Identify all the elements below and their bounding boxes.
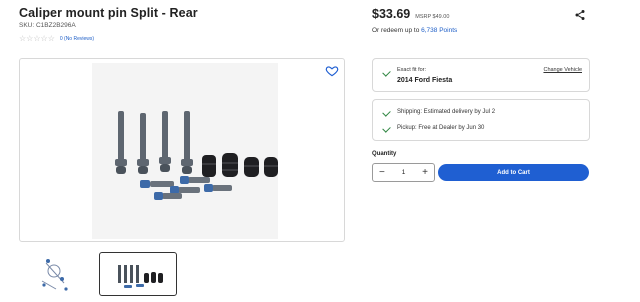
pins-thumbnail [118,265,163,288]
thumbnail-1[interactable] [33,252,83,296]
check-icon [382,108,391,117]
star-outline-icon: ☆ [33,34,41,43]
add-to-cart-button[interactable]: Add to Cart [438,164,589,181]
check-icon [382,68,391,77]
rating-stars: ☆ ☆ ☆ ☆ ☆ [19,35,55,43]
star-outline-icon: ☆ [40,34,48,43]
quantity-value[interactable]: 1 [402,169,406,176]
product-title: Caliper mount pin Split - Rear [19,6,198,20]
diagram-thumbnail [41,259,68,291]
share-icon[interactable] [574,8,586,20]
shipping-text: Shipping: Estimated delivery by Jul 2 [397,109,496,115]
plus-icon[interactable]: + [422,167,428,178]
points-link[interactable]: 6,738 Points [421,27,457,34]
reviews-link[interactable]: 0 (No Reviews) [60,36,94,42]
fitment-box: Exact fit for: 2014 Ford Fiesta Change V… [372,58,590,92]
star-outline-icon: ☆ [47,34,55,43]
product-photo [92,63,278,239]
quantity-stepper: − 1 + [372,163,435,182]
heart-icon[interactable] [325,64,339,78]
star-outline-icon: ☆ [19,34,27,43]
caliper-pins-photo [115,111,278,200]
fit-vehicle: 2014 Ford Fiesta [397,77,453,84]
pickup-text: Pickup: Free at Dealer by Jun 30 [397,125,485,131]
price-row: $33.69 MSRP $49.00 [372,7,449,21]
minus-icon[interactable]: − [379,167,385,178]
product-sku: SKU: C1BZ2B296A [19,22,76,29]
check-icon [382,124,391,133]
redeem-prefix: Or redeem up to [372,27,422,34]
quantity-label: Quantity [372,151,397,157]
delivery-box: Shipping: Estimated delivery by Jul 2 Pi… [372,99,590,141]
change-vehicle-link[interactable]: Change Vehicle [543,67,582,73]
fit-label: Exact fit for: [397,67,427,73]
main-product-image [19,58,345,242]
thumbnail-strip [19,252,177,296]
star-outline-icon: ☆ [26,34,34,43]
redeem-points: Or redeem up to 6,738 Points [372,27,457,34]
msrp: MSRP $49.00 [415,14,450,20]
rating: ☆ ☆ ☆ ☆ ☆ 0 (No Reviews) [19,35,94,43]
price: $33.69 [372,7,411,21]
thumbnail-2[interactable] [99,252,177,296]
